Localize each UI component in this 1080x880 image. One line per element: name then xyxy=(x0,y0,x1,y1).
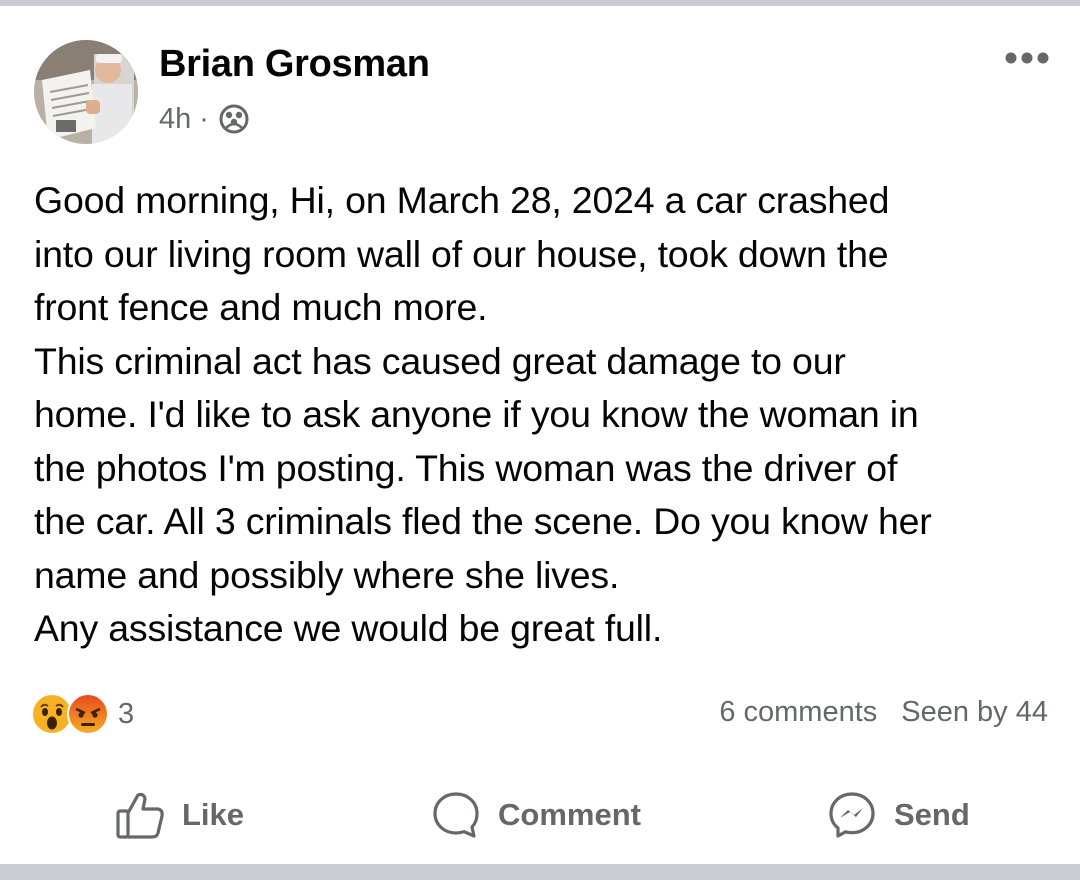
post-meta: 4h · xyxy=(159,102,251,136)
bottom-divider xyxy=(0,864,1080,880)
thumbs-up-icon xyxy=(116,792,164,839)
like-label: Like xyxy=(182,797,245,832)
comment-icon xyxy=(433,792,479,838)
reaction-count: 3 xyxy=(118,697,135,730)
post-actions-bar: Like Comment Send xyxy=(0,784,1080,846)
seen-by-link[interactable]: Seen by 44 xyxy=(901,696,1048,729)
comment-button[interactable]: Comment xyxy=(430,784,641,846)
post-stats: 6 comments Seen by 44 xyxy=(719,696,1048,729)
post-body: Good morning, Hi, on March 28, 2024 a ca… xyxy=(34,179,932,649)
send-label: Send xyxy=(894,797,970,832)
send-button[interactable]: Send xyxy=(826,784,970,846)
messenger-icon xyxy=(829,792,875,838)
like-button[interactable]: Like xyxy=(114,784,244,846)
angry-reaction-icon xyxy=(67,693,109,735)
meta-separator: · xyxy=(199,102,209,135)
avatar-photo xyxy=(34,40,138,144)
avatar[interactable] xyxy=(34,40,138,144)
author-name[interactable]: Brian Grosman xyxy=(159,43,430,86)
more-options-button[interactable] xyxy=(1002,44,1052,74)
comment-label: Comment xyxy=(498,797,641,832)
group-icon xyxy=(219,104,249,134)
reactions-summary[interactable]: 3 xyxy=(30,692,134,736)
post-time[interactable]: 4h xyxy=(159,103,191,136)
comments-count-link[interactable]: 6 comments xyxy=(719,696,877,729)
more-icon xyxy=(1005,52,1049,64)
post-card: Brian Grosman 4h · Good morning, Hi, on … xyxy=(0,6,1080,864)
